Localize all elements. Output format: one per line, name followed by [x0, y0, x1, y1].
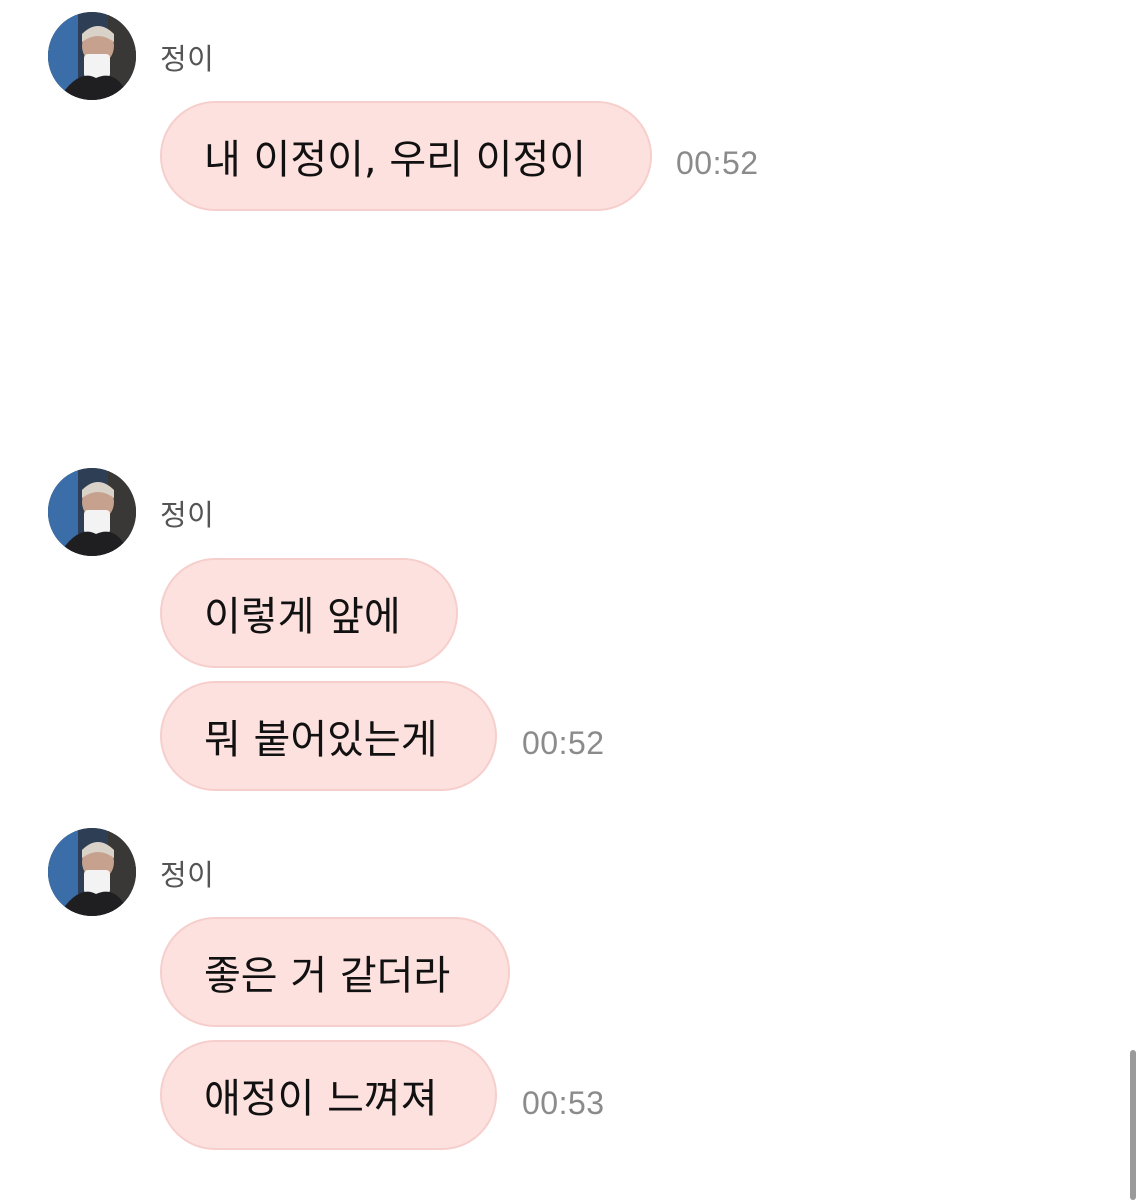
profile-photo-icon [48, 468, 136, 556]
chat-thread: 정이 내 이정이, 우리 이정이 00:52 정이 이렇게 앞에 뭐 붙어있는게… [0, 0, 1148, 1200]
message-time: 00:52 [522, 725, 605, 761]
sender-name: 정이 [160, 858, 215, 892]
message-bubble[interactable]: 이렇게 앞에 [160, 558, 458, 668]
profile-photo-icon [48, 12, 136, 100]
avatar[interactable] [48, 468, 136, 556]
avatar[interactable] [48, 828, 136, 916]
message-bubble[interactable]: 애정이 느껴져 [160, 1040, 497, 1150]
message-bubble[interactable]: 뭐 붙어있는게 [160, 681, 497, 791]
message-bubble[interactable]: 내 이정이, 우리 이정이 [160, 101, 652, 211]
scrollbar[interactable] [1130, 1050, 1136, 1200]
sender-name: 정이 [160, 42, 215, 76]
message-bubble[interactable]: 좋은 거 같더라 [160, 917, 510, 1027]
message-time: 00:53 [522, 1085, 605, 1121]
avatar[interactable] [48, 12, 136, 100]
message-time: 00:52 [676, 145, 759, 181]
sender-name: 정이 [160, 498, 215, 532]
profile-photo-icon [48, 828, 136, 916]
